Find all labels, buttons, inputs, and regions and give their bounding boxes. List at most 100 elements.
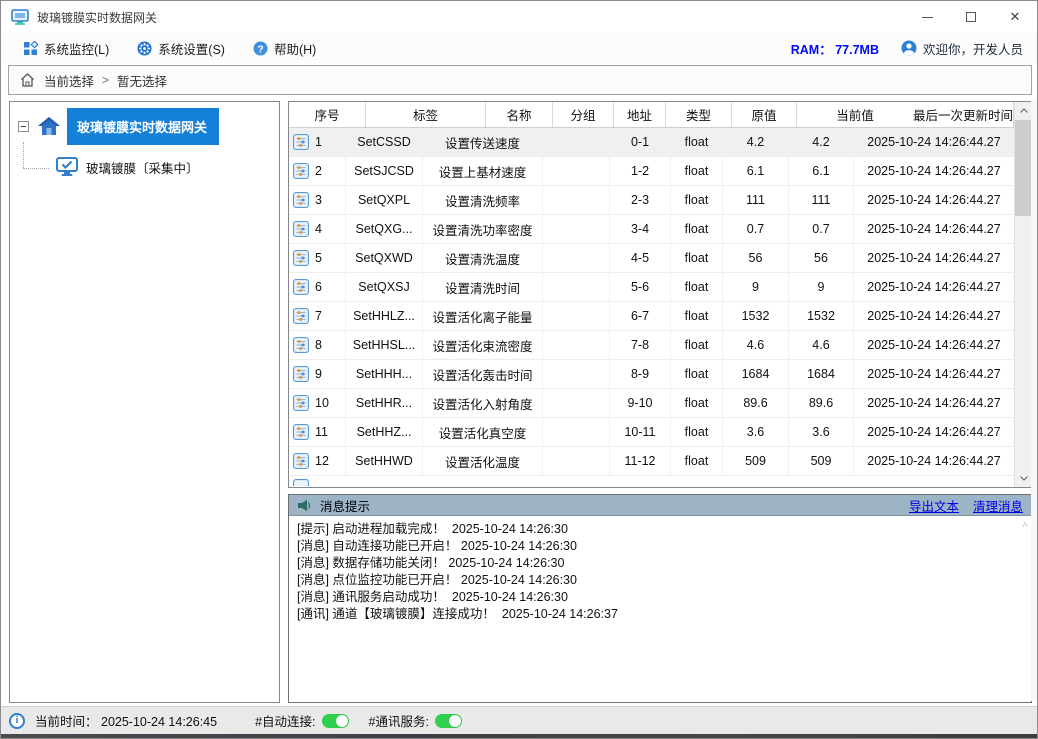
cell-name: 设置上基材速度 [423,157,543,185]
clear-messages-link[interactable]: 清理消息 [973,496,1023,515]
scrollbar-thumb[interactable] [1015,120,1032,216]
table-scrollbar[interactable] [1014,102,1031,487]
minimize-button[interactable] [905,1,949,33]
menu-system-settings[interactable]: 系统设置(S) [131,36,231,61]
table-row[interactable]: 1 SetCSSD 设置传送速度 0-1 float 4.2 4.2 2025-… [289,128,1014,157]
menubar: 系统监控(L) 系统设置(S) ? 帮助(H) [1,33,1037,63]
cell-address: 7-8 [610,331,671,359]
column-header[interactable]: 标签 [366,102,486,127]
welcome-text: 欢迎你，开发人员 [923,39,1023,58]
column-header[interactable]: 原值 [732,102,797,127]
toggle-on-switch[interactable] [322,714,349,728]
toggle-on-switch[interactable] [435,714,462,728]
table-row[interactable]: 2 SetSJCSD 设置上基材速度 1-2 float 6.1 6.1 202… [289,157,1014,186]
cell-type: float [671,186,723,214]
cell-type: float [671,273,723,301]
cell-name: 设置清洗功率密度 [423,215,543,243]
cell-group [543,447,610,475]
window-title: 玻璃镀膜实时数据网关 [37,9,157,26]
table-row[interactable]: 9 SetHHH... 设置活化轰击时间 8-9 float 1684 1684… [289,360,1014,389]
message-line: [消息] 自动连接功能已开启！ 2025-10-24 14:26:30 [297,538,1023,555]
message-scroll-up-icon[interactable]: ˄ [1022,520,1028,531]
column-header[interactable]: 地址 [614,102,666,127]
export-text-link[interactable]: 导出文本 [909,496,959,515]
scroll-up-icon[interactable] [1015,102,1032,119]
column-header[interactable]: 最后一次更新时间 [913,102,1014,127]
table-row[interactable]: 11 SetHHZ... 设置活化真空度 10-11 float 3.6 3.6… [289,418,1014,447]
home-icon[interactable] [19,72,36,88]
table-row[interactable]: 10 SetHHR... 设置活化入射角度 9-10 float 89.6 89… [289,389,1014,418]
row-settings-icon [293,337,309,353]
cell-updated-time: 2025-10-24 14:26:44.27 [854,215,1014,243]
minimize-icon [922,17,933,18]
breadcrumb-separator: > [102,73,109,87]
column-header[interactable]: 序号 [289,102,366,127]
cell-tag: SetHHSL... [346,331,423,359]
row-number: 8 [315,338,322,352]
menu-label: 帮助(H) [274,39,316,58]
help-icon: ? [253,41,268,56]
cell-original-value: 1532 [723,302,789,330]
column-header[interactable]: 当前值 [797,102,913,127]
table-row[interactable]: 12 SetHHWD 设置活化温度 11-12 float 509 509 20… [289,447,1014,476]
status-toggle-item: #自动连接: [255,711,348,730]
cell-original-value: 89.6 [723,389,789,417]
cell-updated-time: 2025-10-24 14:26:44.27 [854,302,1014,330]
cell-tag: SetHHZ... [346,418,423,446]
message-log[interactable]: [提示] 启动进程加载完成！ 2025-10-24 14:26:30 [消息] … [289,516,1031,701]
cell-original-value: 509 [723,447,789,475]
scroll-down-icon[interactable] [1015,470,1032,487]
row-number: 4 [315,222,322,236]
column-header[interactable]: 分组 [553,102,614,127]
table-row-partial [289,476,1014,486]
cell-current-value: 4.6 [789,331,854,359]
table-row[interactable]: 3 SetQXPL 设置清洗频率 2-3 float 111 111 2025-… [289,186,1014,215]
message-line: [通讯] 通道【玻璃镀膜】连接成功！ 2025-10-24 14:26:37 [297,606,1023,623]
cell-current-value: 0.7 [789,215,854,243]
table-row[interactable]: 5 SetQXWD 设置清洗温度 4-5 float 56 56 2025-10… [289,244,1014,273]
cell-tag: SetQXG... [346,215,423,243]
cell-current-value: 56 [789,244,854,272]
cell-address: 2-3 [610,186,671,214]
speaker-icon [297,499,312,512]
message-line: [消息] 点位监控功能已开启！ 2025-10-24 14:26:30 [297,572,1023,589]
cell-name: 设置活化束流密度 [423,331,543,359]
tree-child-node[interactable]: 玻璃镀膜〔采集中〕 [10,152,279,182]
tree-root-node[interactable]: 玻璃镀膜实时数据网关 [10,108,279,144]
cell-name: 设置清洗频率 [423,186,543,214]
points-table-panel: 序号 标签 名称 分组 地址 类型 原值 当前值 最后一次更新时间 [288,101,1032,488]
cell-tag: SetCSSD [346,128,423,156]
table-row[interactable]: 7 SetHHLZ... 设置活化离子能量 6-7 float 1532 153… [289,302,1014,331]
column-header[interactable]: 名称 [486,102,553,127]
cell-address: 0-1 [610,128,671,156]
maximize-button[interactable] [949,1,993,33]
cell-group [543,389,610,417]
close-button[interactable]: ✕ [993,1,1037,33]
tree-child-label: 玻璃镀膜〔采集中〕 [86,158,199,177]
cell-current-value: 509 [789,447,854,475]
table-row[interactable]: 4 SetQXG... 设置清洗功率密度 3-4 float 0.7 0.7 2… [289,215,1014,244]
device-tree-panel: 玻璃镀膜实时数据网关 玻璃镀膜〔采集中〕 [9,101,280,703]
cell-type: float [671,128,723,156]
svg-text:?: ? [257,44,263,55]
row-number: 5 [315,251,322,265]
row-settings-icon [293,424,309,440]
row-settings-icon [293,279,309,295]
menu-help[interactable]: ? 帮助(H) [247,36,322,61]
tree-expander-icon[interactable] [18,121,29,132]
cell-tag: SetQXSJ [346,273,423,301]
cell-address: 6-7 [610,302,671,330]
cell-name: 设置活化入射角度 [423,389,543,417]
table-row[interactable]: 6 SetQXSJ 设置清洗时间 5-6 float 9 9 2025-10-2… [289,273,1014,302]
cell-updated-time: 2025-10-24 14:26:44.27 [854,418,1014,446]
cell-name: 设置清洗时间 [423,273,543,301]
row-number: 3 [315,193,322,207]
current-time: 当前时间： 2025-10-24 14:26:45 [35,711,217,730]
row-number: 1 [315,135,322,149]
menu-system-monitor[interactable]: 系统监控(L) [17,36,115,61]
cell-original-value: 4.2 [723,128,789,156]
ram-usage: RAM： 77.7MB [791,39,879,58]
column-header[interactable]: 类型 [666,102,732,127]
table-row[interactable]: 8 SetHHSL... 设置活化束流密度 7-8 float 4.6 4.6 … [289,331,1014,360]
cell-updated-time: 2025-10-24 14:26:44.27 [854,186,1014,214]
